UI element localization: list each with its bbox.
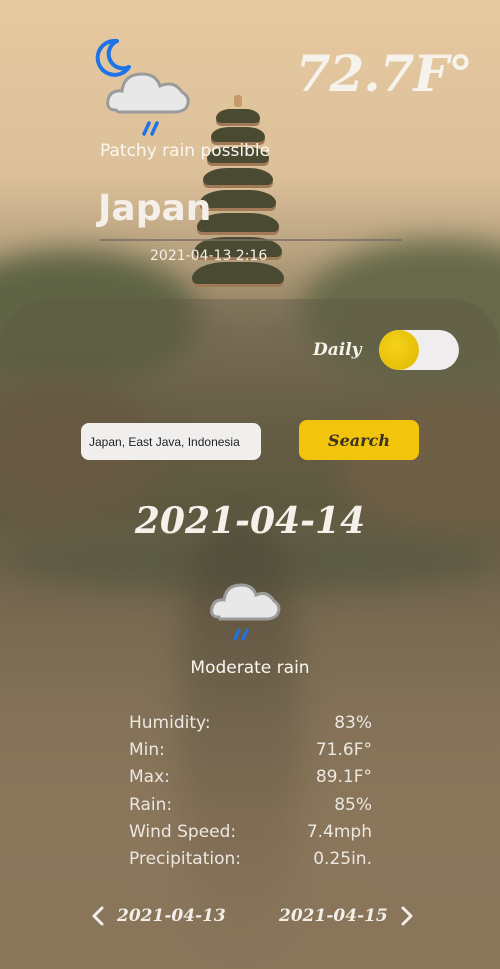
- city-underline: [100, 239, 402, 241]
- stat-label: Min:: [129, 740, 165, 761]
- cloud-rain-icon: [210, 583, 281, 641]
- stat-row-humidity: Humidity: 83%: [129, 713, 372, 740]
- search-button[interactable]: Search: [299, 420, 419, 460]
- chevron-left-icon[interactable]: [91, 905, 105, 927]
- previous-day-button[interactable]: 2021-04-13: [91, 905, 226, 927]
- stat-label: Rain:: [129, 794, 173, 815]
- stat-value: 0.25in.: [313, 848, 372, 869]
- stat-value: 71.6F°: [315, 740, 372, 761]
- current-temperature: 72.7F°: [295, 44, 473, 103]
- next-date[interactable]: 2021-04-15: [279, 906, 388, 926]
- stat-value: 85%: [334, 794, 372, 815]
- stat-label: Max:: [129, 767, 170, 788]
- stat-value: 7.4mph: [306, 821, 372, 842]
- stat-row-wind-speed: Wind Speed: 7.4mph: [129, 822, 372, 849]
- chevron-right-icon[interactable]: [400, 905, 414, 927]
- stat-row-precipitation: Precipitation: 0.25in.: [129, 849, 372, 876]
- stat-label: Precipitation:: [129, 848, 241, 869]
- stat-label: Humidity:: [129, 713, 211, 733]
- stat-value: 83%: [334, 713, 372, 733]
- daily-toggle[interactable]: [379, 330, 459, 370]
- forecast-condition: Moderate rain: [190, 658, 310, 678]
- stat-label: Wind Speed:: [129, 821, 237, 842]
- location-search-input[interactable]: [81, 423, 261, 460]
- forecast-date: 2021-04-14: [134, 500, 366, 542]
- previous-date[interactable]: 2021-04-13: [117, 906, 226, 926]
- stat-row-max: Max: 89.1F°: [129, 767, 372, 794]
- cloud-rain-icon: [106, 72, 190, 136]
- next-day-button[interactable]: 2021-04-15: [279, 905, 414, 927]
- stat-value: 89.1F°: [315, 767, 372, 788]
- stat-row-min: Min: 71.6F°: [129, 740, 372, 767]
- daily-toggle-label: Daily: [313, 340, 362, 360]
- current-datetime: 2021-04-13 2:16: [150, 248, 268, 264]
- forecast-stats: Humidity: 83% Min: 71.6F° Max: 89.1F° Ra…: [129, 713, 372, 876]
- toggle-knob[interactable]: [379, 330, 419, 370]
- stat-row-rain: Rain: 85%: [129, 795, 372, 822]
- current-condition: Patchy rain possible: [100, 141, 271, 161]
- city-name: Japan: [98, 188, 212, 229]
